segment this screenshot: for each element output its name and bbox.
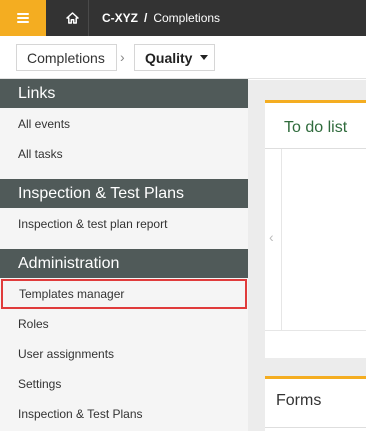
breadcrumb-separator: / <box>144 11 148 25</box>
todo-title: To do list <box>284 119 348 136</box>
hamburger-menu-icon <box>17 13 29 23</box>
breadcrumb: C-XYZ / Completions <box>102 0 220 36</box>
sidebar-item-roles[interactable]: Roles <box>0 309 248 339</box>
completions-nav-button[interactable]: Completions <box>16 44 117 71</box>
todo-card: To do list ‹ <box>265 100 366 358</box>
sidebar-item-templates-manager[interactable]: Templates manager <box>1 279 247 309</box>
sidebar: Links All events All tasks Inspection & … <box>0 79 248 431</box>
home-icon <box>66 12 79 24</box>
chevron-right-icon: › <box>120 49 125 65</box>
todo-bottom-divider <box>265 330 366 331</box>
sidebar-item-settings[interactable]: Settings <box>0 369 248 399</box>
top-bar: C-XYZ / Completions <box>0 0 366 36</box>
sidebar-item-all-tasks[interactable]: All tasks <box>0 139 248 169</box>
quality-dropdown[interactable]: Quality <box>134 44 215 71</box>
breadcrumb-current: Completions <box>153 11 221 25</box>
forms-title: Forms <box>276 392 322 409</box>
home-button[interactable] <box>57 0 89 36</box>
menu-button[interactable] <box>0 0 46 36</box>
sidebar-item-all-events[interactable]: All events <box>0 109 248 139</box>
forms-divider <box>265 427 366 428</box>
section-header-links: Links <box>0 79 248 108</box>
caret-down-icon <box>200 55 209 60</box>
quality-dropdown-label: Quality <box>145 49 193 66</box>
section-header-administration: Administration <box>0 249 248 278</box>
breadcrumb-project[interactable]: C-XYZ <box>102 11 138 25</box>
section-header-itp: Inspection & Test Plans <box>0 179 248 208</box>
sidebar-item-user-assignments[interactable]: User assignments <box>0 339 248 369</box>
secondary-nav: Completions › Quality <box>0 36 366 79</box>
todo-column-line <box>281 149 282 330</box>
sidebar-item-itp-admin[interactable]: Inspection & Test Plans <box>0 399 248 429</box>
chevron-left-icon[interactable]: ‹ <box>269 229 274 245</box>
forms-card: Forms <box>265 376 366 431</box>
sidebar-item-itp-report[interactable]: Inspection & test plan report <box>0 209 248 239</box>
